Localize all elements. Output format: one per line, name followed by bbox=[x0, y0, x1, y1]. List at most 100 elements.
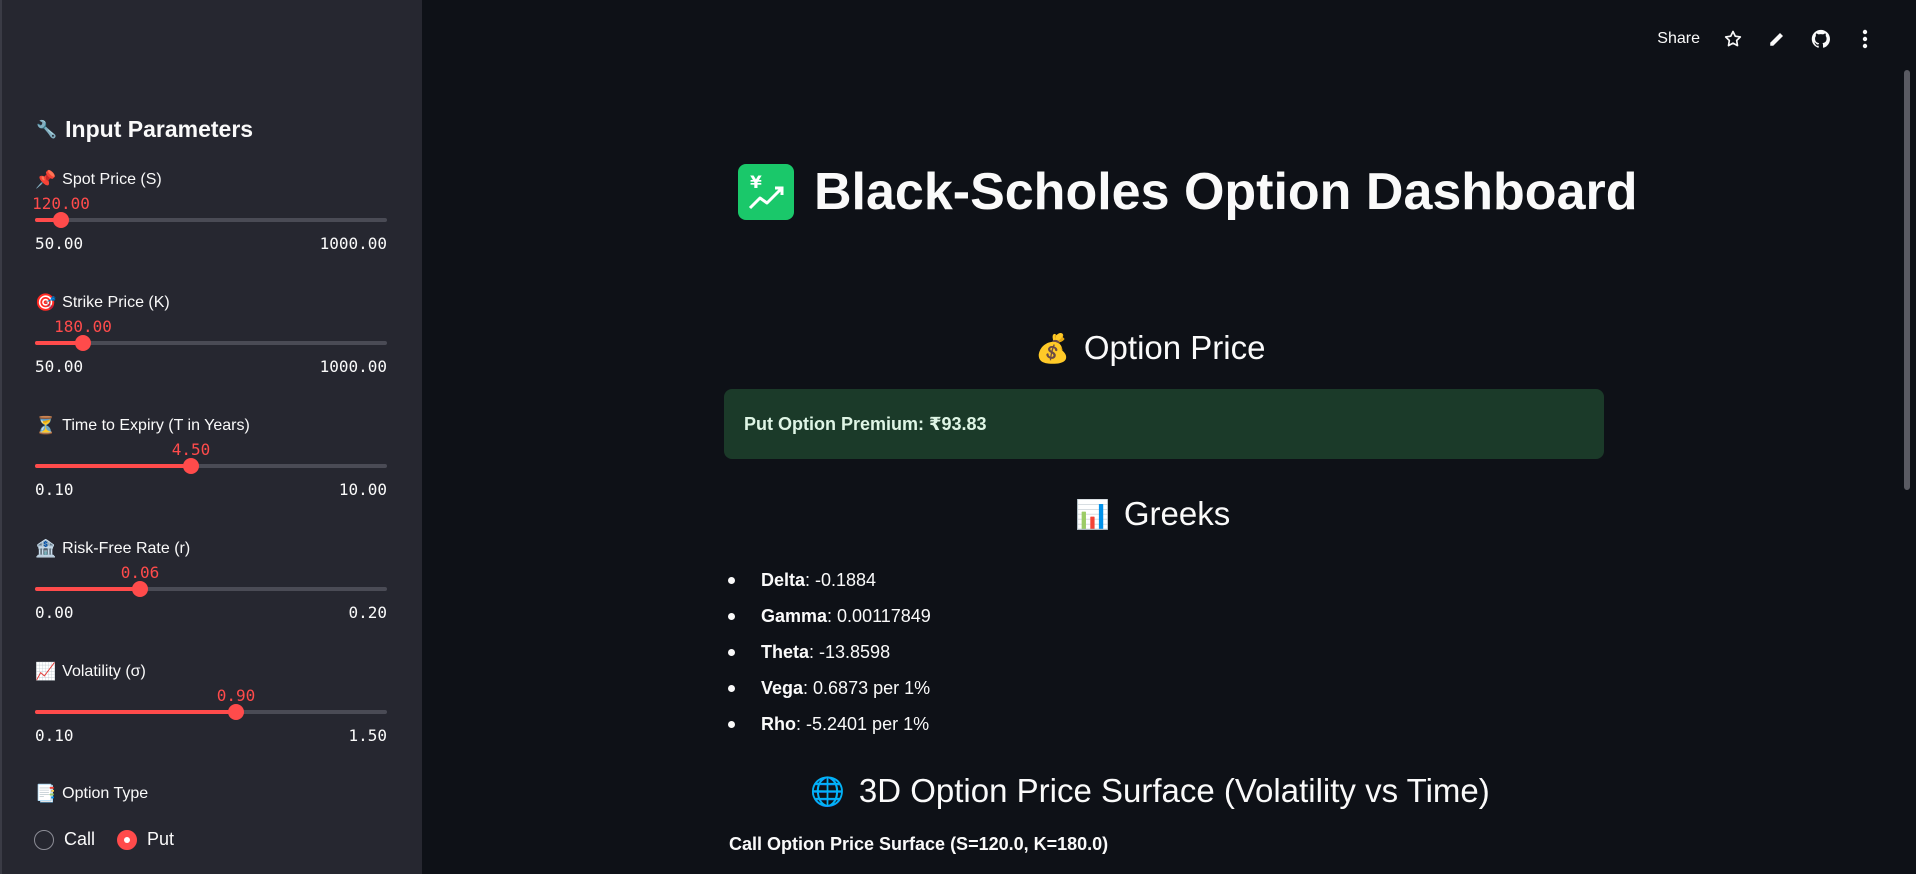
option-type-label-text: Option Type bbox=[62, 785, 149, 802]
sidebar-title-text: Input Parameters bbox=[65, 116, 254, 142]
bullet-icon bbox=[728, 720, 735, 728]
more-vert-icon[interactable] bbox=[1854, 28, 1876, 50]
option-type-radio-group: Call Put bbox=[34, 829, 174, 850]
bar-chart-icon: 📊 bbox=[1075, 497, 1110, 531]
volatility-slider[interactable] bbox=[35, 704, 387, 720]
volatility-value: 0.90 bbox=[216, 686, 256, 705]
risk-free-rate-min: 0.00 bbox=[35, 603, 74, 622]
option-price-heading: 💰 Option Price bbox=[1035, 329, 1265, 367]
hourglass-icon: ⏳ bbox=[35, 416, 57, 436]
spot-price-min: 50.00 bbox=[35, 234, 84, 253]
greek-name: Delta bbox=[761, 569, 806, 590]
volatility-max: 1.50 bbox=[348, 726, 387, 745]
time-to-expiry-label-text: Time to Expiry (T in Years) bbox=[62, 417, 250, 434]
target-icon: 🎯 bbox=[35, 293, 57, 313]
pushpin-icon: 📌 bbox=[35, 170, 57, 190]
strike-price-label-text: Strike Price (K) bbox=[62, 294, 170, 311]
spot-price-value: 120.00 bbox=[32, 194, 90, 213]
risk-free-rate-slider-group: 🏦 Risk-Free Rate (r) 0.06 0.00 0.20 bbox=[35, 539, 387, 649]
radio-call-circle[interactable] bbox=[34, 829, 54, 850]
bank-icon: 🏦 bbox=[35, 539, 57, 559]
risk-free-rate-max: 0.20 bbox=[348, 603, 387, 622]
time-to-expiry-slider-group: ⏳ Time to Expiry (T in Years) 4.50 0.10 … bbox=[35, 416, 387, 526]
time-to-expiry-range: 0.10 10.00 bbox=[35, 480, 387, 499]
bullet-icon bbox=[728, 648, 735, 656]
strike-price-slider[interactable] bbox=[35, 335, 387, 351]
spot-price-range: 50.00 1000.00 bbox=[35, 234, 387, 253]
strike-price-value: 180.00 bbox=[54, 317, 112, 336]
volatility-thumb[interactable] bbox=[228, 704, 244, 720]
greek-item-delta: Delta: -0.1884 bbox=[728, 562, 931, 598]
sidebar: 🔧 Input Parameters 📌 Spot Price (S) 120.… bbox=[0, 0, 422, 874]
app-toolbar: Share bbox=[1657, 28, 1876, 50]
greeks-list: Delta: -0.1884 Gamma: 0.00117849 Theta: … bbox=[728, 562, 931, 742]
wrench-icon: 🔧 bbox=[36, 119, 58, 140]
radio-call-label[interactable]: Call bbox=[64, 829, 95, 850]
premium-text: Put Option Premium: ₹93.83 bbox=[744, 413, 987, 434]
volatility-min: 0.10 bbox=[35, 726, 74, 745]
github-icon[interactable] bbox=[1810, 28, 1832, 50]
time-to-expiry-fill bbox=[35, 464, 191, 468]
surface-chart-title: Call Option Price Surface (S=120.0, K=18… bbox=[729, 834, 1109, 854]
surface-heading: 🌐 3D Option Price Surface (Volatility vs… bbox=[810, 772, 1490, 810]
chart-increasing-icon: 📈 bbox=[35, 662, 57, 682]
spot-price-max: 1000.00 bbox=[319, 234, 387, 253]
radio-put-circle[interactable] bbox=[117, 829, 138, 850]
greek-value: : -5.2401 per 1% bbox=[796, 713, 930, 734]
svg-text:¥: ¥ bbox=[750, 173, 762, 193]
greek-name: Gamma bbox=[761, 605, 828, 626]
volatility-slider-group: 📈 Volatility (σ) 0.90 0.10 1.50 bbox=[35, 662, 387, 772]
greek-name: Theta bbox=[761, 641, 810, 662]
spot-price-label: 📌 Spot Price (S) bbox=[35, 170, 162, 190]
spot-price-label-text: Spot Price (S) bbox=[62, 171, 162, 188]
chart-yen-icon: ¥ bbox=[738, 164, 794, 220]
spot-price-thumb[interactable] bbox=[53, 212, 69, 228]
bullet-icon bbox=[728, 612, 735, 620]
risk-free-rate-value: 0.06 bbox=[120, 563, 160, 582]
pencil-icon[interactable] bbox=[1766, 28, 1788, 50]
bullet-icon bbox=[728, 684, 735, 692]
greek-item-rho: Rho: -5.2401 per 1% bbox=[728, 706, 931, 742]
page-title: ¥ Black-Scholes Option Dashboard bbox=[738, 162, 1638, 222]
volatility-range: 0.10 1.50 bbox=[35, 726, 387, 745]
volatility-fill bbox=[35, 710, 236, 714]
volatility-label: 📈 Volatility (σ) bbox=[35, 662, 146, 682]
surface-heading-text: 3D Option Price Surface (Volatility vs T… bbox=[858, 772, 1490, 809]
radio-put[interactable]: Put bbox=[117, 829, 174, 850]
risk-free-rate-label-text: Risk-Free Rate (r) bbox=[62, 540, 191, 557]
spot-price-slider[interactable] bbox=[35, 212, 387, 228]
radio-call[interactable]: Call bbox=[34, 829, 95, 850]
risk-free-rate-slider[interactable] bbox=[35, 581, 387, 597]
greek-value: : 0.6873 per 1% bbox=[803, 677, 931, 698]
option-type-label: 📑 Option Type bbox=[35, 784, 148, 804]
page-scrollbar[interactable] bbox=[1904, 70, 1910, 490]
radio-put-label[interactable]: Put bbox=[147, 829, 174, 850]
time-to-expiry-slider[interactable] bbox=[35, 458, 387, 474]
greek-name: Vega bbox=[761, 677, 804, 698]
greeks-heading-text: Greeks bbox=[1123, 495, 1231, 532]
strike-price-label: 🎯 Strike Price (K) bbox=[35, 293, 170, 313]
greek-value: : -0.1884 bbox=[805, 569, 877, 590]
time-to-expiry-min: 0.10 bbox=[35, 480, 74, 499]
bookmark-tabs-icon: 📑 bbox=[35, 784, 57, 804]
strike-price-thumb[interactable] bbox=[75, 335, 91, 351]
greek-item-gamma: Gamma: 0.00117849 bbox=[728, 598, 931, 634]
star-icon[interactable] bbox=[1722, 28, 1744, 50]
time-to-expiry-thumb[interactable] bbox=[183, 458, 199, 474]
money-bag-icon: 💰 bbox=[1035, 331, 1070, 365]
option-price-heading-text: Option Price bbox=[1083, 329, 1266, 366]
time-to-expiry-label: ⏳ Time to Expiry (T in Years) bbox=[35, 416, 250, 436]
time-to-expiry-value: 4.50 bbox=[171, 440, 211, 459]
greek-name: Rho bbox=[761, 713, 796, 734]
risk-free-rate-fill bbox=[35, 587, 140, 591]
globe-icon: 🌐 bbox=[810, 774, 845, 808]
risk-free-rate-thumb[interactable] bbox=[132, 581, 148, 597]
premium-result-box: Put Option Premium: ₹93.83 bbox=[724, 389, 1604, 459]
greek-item-theta: Theta: -13.8598 bbox=[728, 634, 931, 670]
strike-price-max: 1000.00 bbox=[319, 357, 387, 376]
greek-value: : 0.00117849 bbox=[827, 605, 931, 626]
share-button[interactable]: Share bbox=[1657, 30, 1700, 48]
greek-item-vega: Vega: 0.6873 per 1% bbox=[728, 670, 931, 706]
strike-price-range: 50.00 1000.00 bbox=[35, 357, 387, 376]
risk-free-rate-range: 0.00 0.20 bbox=[35, 603, 387, 622]
